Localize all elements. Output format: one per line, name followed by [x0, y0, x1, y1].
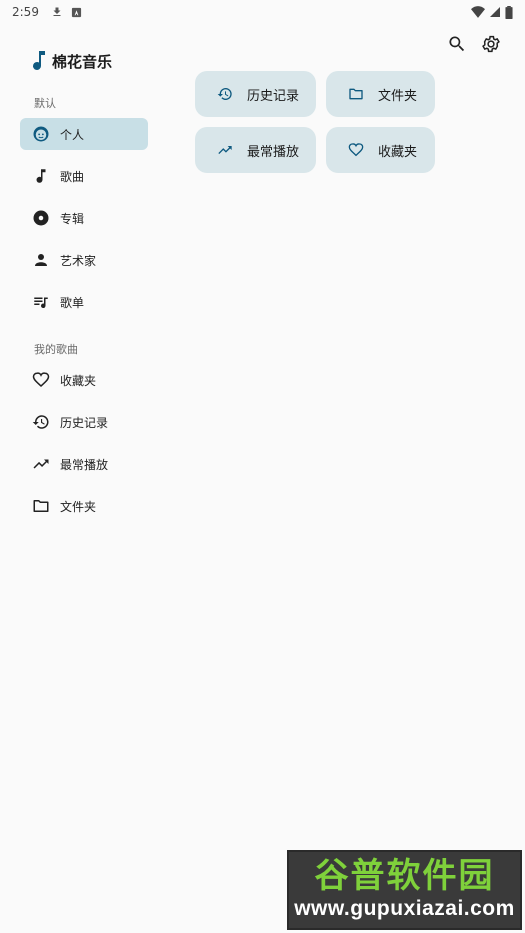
nav-item-label: 收藏夹 — [60, 373, 97, 388]
history-icon — [32, 413, 50, 431]
nav-item-label: 历史记录 — [60, 415, 109, 430]
card-label: 收藏夹 — [378, 144, 418, 160]
card-history[interactable]: 历史记录 — [195, 71, 316, 117]
signal-icon — [489, 6, 501, 18]
nav-item-folders[interactable]: 文件夹 — [20, 490, 148, 522]
card-folders[interactable]: 文件夹 — [326, 71, 435, 117]
card-most-played[interactable]: 最常播放 — [195, 127, 316, 173]
search-button[interactable] — [445, 32, 469, 56]
nav-item-label: 歌曲 — [60, 169, 85, 184]
nav-item-artists[interactable]: 艺术家 — [20, 244, 148, 276]
nav-item-personal[interactable]: 个人 — [20, 118, 148, 150]
settings-icon — [481, 34, 501, 54]
section-label-default: 默认 — [34, 97, 56, 110]
nav-item-playlists[interactable]: 歌单 — [20, 286, 148, 318]
battery-icon — [505, 5, 513, 19]
card-favorites[interactable]: 收藏夹 — [326, 127, 435, 173]
album-icon — [32, 209, 50, 227]
section-label-my-songs: 我的歌曲 — [34, 343, 78, 356]
card-label: 历史记录 — [247, 88, 300, 104]
app-title: 棉花音乐 — [52, 52, 113, 71]
quick-access-grid: 历史记录 文件夹 最常播放 收藏夹 — [195, 71, 435, 173]
download-icon — [51, 6, 63, 18]
history-icon — [217, 86, 233, 102]
heart-icon — [348, 142, 364, 158]
watermark: 谷普软件园 www.gupuxiazai.com — [287, 850, 522, 930]
nav-item-albums[interactable]: 专辑 — [20, 202, 148, 234]
app-header: 棉花音乐 — [30, 50, 112, 72]
settings-button[interactable] — [479, 32, 503, 56]
folder-icon — [32, 497, 50, 515]
nav-item-history[interactable]: 历史记录 — [20, 406, 148, 438]
card-label: 文件夹 — [378, 88, 418, 104]
nav-item-favorites[interactable]: 收藏夹 — [20, 364, 148, 396]
nav-item-most-played[interactable]: 最常播放 — [20, 448, 148, 480]
nav-item-label: 文件夹 — [60, 499, 97, 514]
card-label: 最常播放 — [247, 144, 300, 160]
music-note-logo-icon — [30, 51, 46, 71]
search-icon — [447, 34, 467, 54]
watermark-logo: 谷普软件园 — [314, 856, 495, 896]
nav-item-label: 最常播放 — [60, 457, 109, 472]
status-time: 2:59 — [12, 5, 39, 19]
trending-icon — [217, 142, 233, 158]
heart-icon — [32, 371, 50, 389]
nav-item-songs[interactable]: 歌曲 — [20, 160, 148, 192]
playlist-icon — [32, 293, 50, 311]
folder-icon — [348, 86, 364, 102]
wifi-icon — [471, 6, 485, 18]
top-toolbar — [445, 32, 503, 56]
trending-icon — [32, 455, 50, 473]
nav-item-label: 个人 — [60, 127, 85, 142]
nav-item-label: 歌单 — [60, 295, 85, 310]
face-icon — [32, 125, 50, 143]
nav-item-label: 专辑 — [60, 211, 85, 226]
notification-a-icon — [71, 7, 82, 18]
nav-drawer: 默认 个人 歌曲 专辑 艺术家 歌单 我的歌曲 收藏夹 历史记录 最常播放 文件… — [20, 88, 148, 532]
watermark-url: www.gupuxiazai.com — [294, 897, 515, 920]
person-icon — [32, 251, 50, 269]
music-note-icon — [32, 167, 50, 185]
status-bar: 2:59 — [0, 0, 525, 24]
nav-item-label: 艺术家 — [60, 253, 97, 268]
